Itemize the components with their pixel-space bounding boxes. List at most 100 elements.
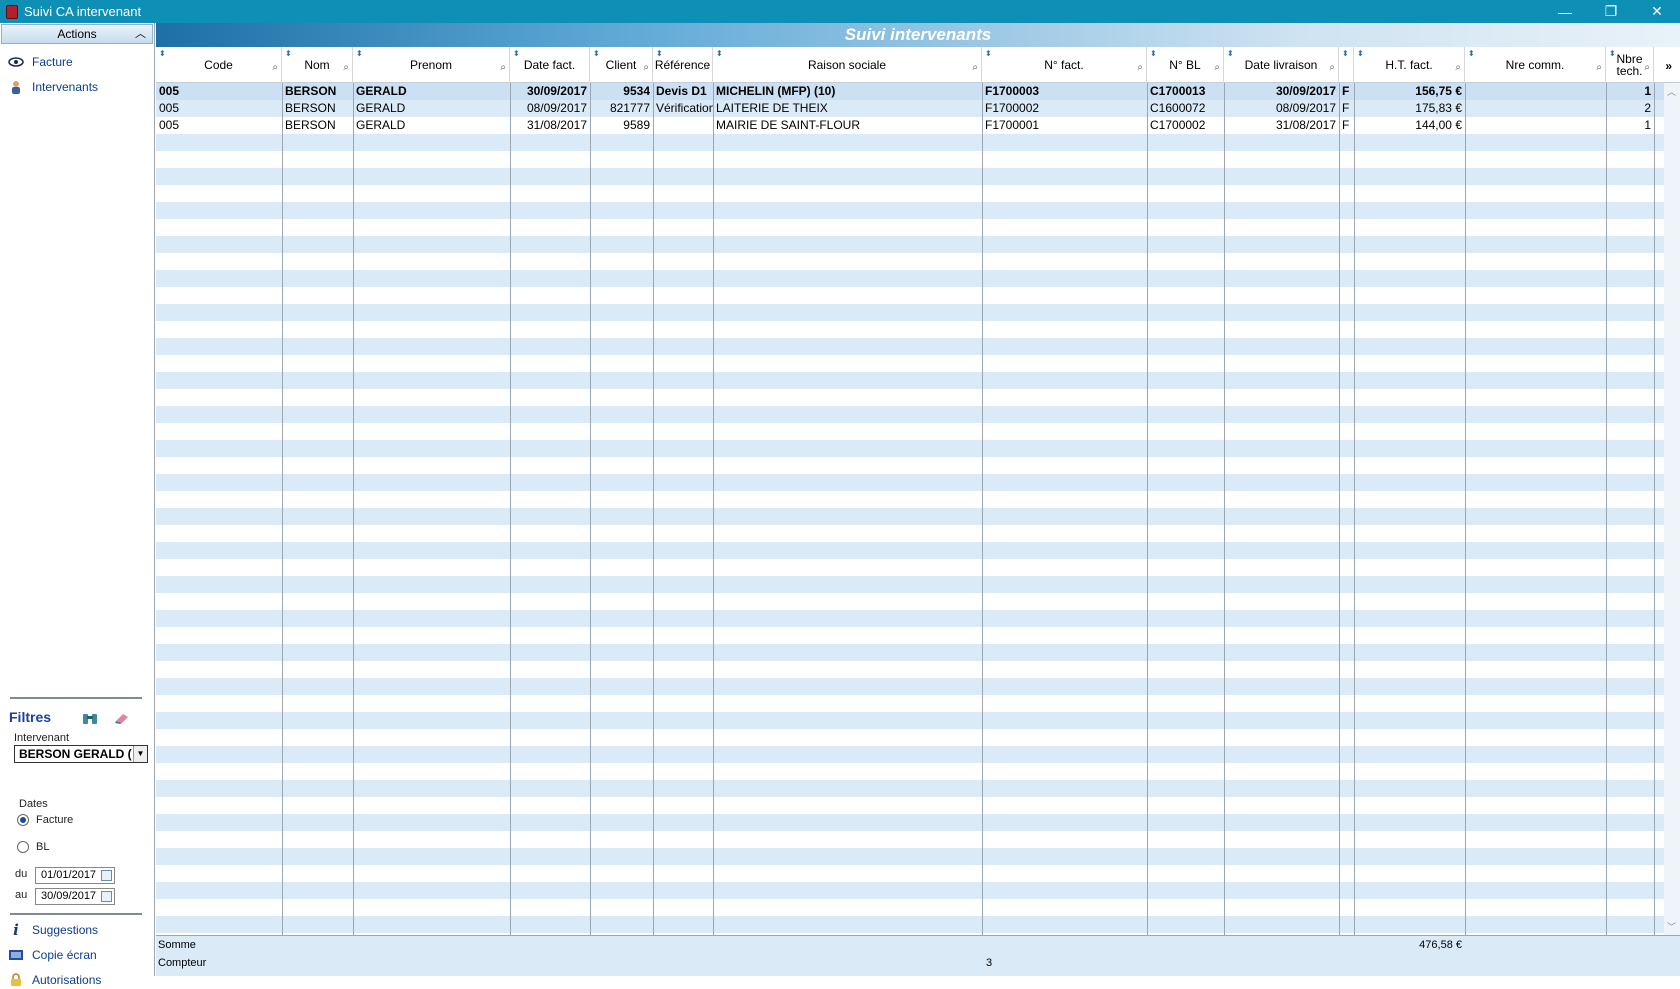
sort-icon[interactable]: ⬍ — [1150, 48, 1157, 60]
table-row[interactable] — [156, 610, 1664, 627]
table-row[interactable] — [156, 389, 1664, 406]
chevron-down-icon[interactable]: ▼ — [133, 746, 147, 762]
collapse-chevron-icon[interactable]: ︿ — [135, 25, 146, 43]
table-row[interactable] — [156, 882, 1664, 899]
col-header-client[interactable]: ⬍ Client ⌕ — [590, 47, 653, 83]
col-header-type[interactable]: ⬍ — [1339, 47, 1354, 83]
table-row[interactable] — [156, 253, 1664, 270]
copie-ecran-link[interactable]: Copie écran — [8, 946, 97, 964]
sort-icon[interactable]: ⬍ — [1227, 48, 1234, 60]
binoculars-icon[interactable] — [82, 711, 98, 725]
sort-icon[interactable]: ⬍ — [1357, 48, 1364, 60]
minimize-button[interactable]: — — [1542, 0, 1588, 23]
table-row[interactable] — [156, 763, 1664, 780]
table-row[interactable] — [156, 729, 1664, 746]
sort-icon[interactable]: ⬍ — [985, 48, 992, 60]
sort-icon[interactable]: ⬍ — [593, 48, 600, 60]
table-row[interactable] — [156, 372, 1664, 389]
radio-facture[interactable] — [17, 814, 29, 826]
sort-icon[interactable]: ⬍ — [656, 48, 663, 60]
table-row[interactable]: 005 BERSON GERALD 31/08/2017 9589 MAIRIE DE S… — [156, 117, 1664, 134]
search-icon[interactable]: ⌕ — [972, 62, 978, 74]
table-row[interactable] — [156, 627, 1664, 644]
search-icon[interactable]: ⌕ — [343, 62, 349, 74]
search-icon[interactable]: ⌕ — [500, 62, 506, 74]
table-row[interactable] — [156, 491, 1664, 508]
table-row[interactable] — [156, 559, 1664, 576]
col-header-nre-comm[interactable]: ⬍ Nre comm. ⌕ — [1465, 47, 1606, 83]
table-row[interactable] — [156, 576, 1664, 593]
table-row[interactable] — [156, 661, 1664, 678]
table-row[interactable] — [156, 168, 1664, 185]
col-header-nbre-tech[interactable]: ⬍ Nbre tech. ⌕ — [1606, 47, 1654, 83]
scroll-down-icon[interactable]: ﹀ — [1667, 920, 1676, 933]
table-row[interactable] — [156, 185, 1664, 202]
table-row[interactable] — [156, 542, 1664, 559]
sort-icon[interactable]: ⬍ — [159, 48, 166, 60]
col-header-nom[interactable]: ⬍ Nom ⌕ — [282, 47, 353, 83]
table-row[interactable] — [156, 151, 1664, 168]
table-row[interactable] — [156, 797, 1664, 814]
vertical-scrollbar[interactable]: ︿ ﹀ — [1664, 83, 1680, 935]
search-icon[interactable]: ⌕ — [1596, 62, 1602, 74]
close-button[interactable]: ✕ — [1634, 0, 1680, 23]
table-row[interactable] — [156, 644, 1664, 661]
search-icon[interactable]: ⌕ — [1137, 62, 1143, 74]
suggestions-link[interactable]: i Suggestions — [8, 921, 98, 939]
col-header-num-fact[interactable]: ⬍ N° fact. ⌕ — [982, 47, 1147, 83]
col-header-date-fact[interactable]: ⬍ Date fact. — [510, 47, 590, 83]
date-to-input[interactable]: 30/09/2017 — [35, 888, 115, 905]
search-icon[interactable]: ⌕ — [272, 62, 278, 74]
table-row[interactable] — [156, 304, 1664, 321]
sort-icon[interactable]: ⬍ — [285, 48, 292, 60]
search-icon[interactable]: ⌕ — [703, 62, 709, 74]
table-row[interactable] — [156, 508, 1664, 525]
table-row[interactable] — [156, 712, 1664, 729]
calendar-icon[interactable] — [101, 891, 112, 902]
table-row[interactable] — [156, 525, 1664, 542]
autorisations-link[interactable]: Autorisations — [8, 971, 101, 989]
table-row[interactable] — [156, 236, 1664, 253]
table-row[interactable] — [156, 321, 1664, 338]
col-header-reference[interactable]: ⬍ Référence ⌕ — [653, 47, 713, 83]
table-row[interactable] — [156, 916, 1664, 933]
table-row[interactable] — [156, 780, 1664, 797]
col-header-ht-fact[interactable]: ⬍ H.T. fact. ⌕ — [1354, 47, 1465, 83]
col-header-date-livraison[interactable]: ⬍ Date livraison ⌕ — [1224, 47, 1339, 83]
scroll-up-icon[interactable]: ︿ — [1667, 85, 1676, 98]
table-row[interactable] — [156, 457, 1664, 474]
table-row[interactable] — [156, 593, 1664, 610]
restore-button[interactable]: ❐ — [1588, 0, 1634, 23]
sidebar-item-intervenants[interactable]: Intervenants — [8, 78, 98, 96]
sort-icon[interactable]: ⬍ — [716, 48, 723, 60]
table-row[interactable] — [156, 678, 1664, 695]
table-row[interactable] — [156, 270, 1664, 287]
sort-icon[interactable]: ⬍ — [1609, 48, 1616, 60]
sort-icon[interactable]: ⬍ — [513, 48, 520, 60]
sort-icon[interactable]: ⬍ — [1342, 48, 1349, 60]
date-from-input[interactable]: 01/01/2017 — [35, 867, 115, 884]
search-icon[interactable]: ⌕ — [1455, 62, 1461, 74]
table-row[interactable] — [156, 219, 1664, 236]
table-row[interactable] — [156, 406, 1664, 423]
col-header-code[interactable]: ⬍ Code ⌕ — [156, 47, 282, 83]
table-row[interactable] — [156, 831, 1664, 848]
table-row[interactable] — [156, 423, 1664, 440]
sidebar-item-facture[interactable]: Facture — [8, 53, 73, 71]
actions-header[interactable]: Actions ︿ — [1, 24, 153, 44]
table-row[interactable]: 005 BERSON GERALD 30/09/2017 9534 Devis D1 MIC… — [156, 83, 1664, 100]
search-icon[interactable]: ⌕ — [1214, 62, 1220, 74]
sort-icon[interactable]: ⬍ — [356, 48, 363, 60]
table-row[interactable] — [156, 287, 1664, 304]
table-row[interactable] — [156, 440, 1664, 457]
search-icon[interactable]: ⌕ — [1644, 62, 1650, 74]
col-header-raison-sociale[interactable]: ⬍ Raison sociale ⌕ — [713, 47, 982, 83]
search-icon[interactable]: ⌕ — [1329, 62, 1335, 74]
table-row[interactable] — [156, 695, 1664, 712]
table-row[interactable] — [156, 474, 1664, 491]
intervenant-select[interactable]: BERSON GERALD ( ▼ — [14, 745, 148, 763]
eraser-icon[interactable] — [114, 711, 130, 725]
more-columns-button[interactable]: » — [1665, 59, 1672, 73]
table-row[interactable] — [156, 848, 1664, 865]
search-icon[interactable]: ⌕ — [643, 62, 649, 74]
